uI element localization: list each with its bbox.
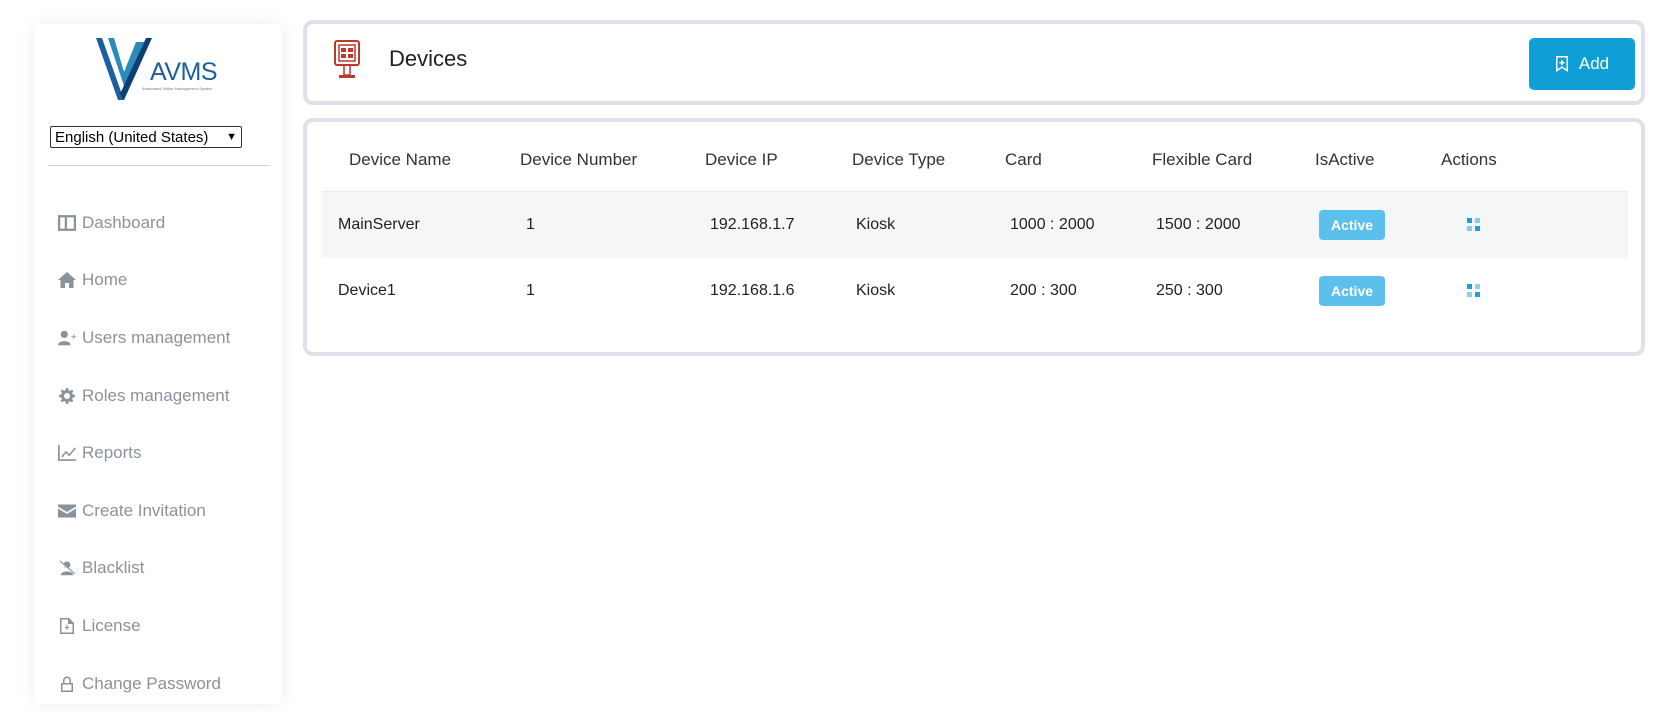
logo-subtitle: Automated Visitor Management System (142, 86, 213, 91)
app-logo[interactable]: AVMS Automated Visitor Management System (94, 34, 224, 104)
gear-icon (58, 387, 78, 405)
device-ip-cell: 192.168.1.6 (710, 282, 795, 299)
column-header-actions: Actions (1441, 149, 1497, 169)
column-header-device-ip[interactable]: Device IP (705, 150, 778, 170)
chevron-down-icon: ▼ (226, 131, 237, 143)
sidebar-item-label: Create Invitation (82, 500, 206, 520)
column-header-flexible-card[interactable]: Flexible Card (1152, 150, 1252, 170)
sidebar-item-label: Reports (82, 443, 142, 463)
actions-menu-icon[interactable] (1467, 284, 1481, 298)
devices-table: Device Name Device Number Device IP Devi… (322, 128, 1628, 324)
sidebar-divider (48, 165, 270, 166)
user-slash-icon (58, 559, 78, 577)
flexible-card-cell: 1500 : 2000 (1156, 216, 1241, 233)
chart-icon (58, 444, 78, 462)
language-select-value: English (United States) (55, 128, 209, 146)
sidebar-item-label: Users management (82, 327, 231, 347)
device-name-cell: Device1 (338, 282, 396, 299)
column-header-device-name[interactable]: Device Name (349, 150, 451, 170)
sidebar-item-license[interactable]: License (58, 597, 230, 655)
status-badge: Active (1319, 276, 1386, 306)
file-icon (58, 617, 78, 635)
device-number-cell: 1 (526, 282, 535, 299)
bookmark-plus-icon (1555, 56, 1568, 72)
home-icon (58, 271, 78, 289)
column-header-device-type[interactable]: Device Type (852, 150, 945, 170)
sidebar-nav: Dashboard Home Users management Roles ma… (58, 194, 230, 712)
sidebar-item-reports[interactable]: Reports (58, 424, 230, 482)
sidebar-item-label: Blacklist (82, 558, 145, 578)
page-title: Devices (389, 46, 468, 71)
card-cell: 1000 : 2000 (1010, 216, 1095, 233)
status-badge: Active (1319, 210, 1386, 240)
device-name-cell: MainServer (338, 216, 420, 233)
language-select[interactable]: English (United States) ▼ (50, 126, 242, 148)
sidebar: AVMS Automated Visitor Management System… (34, 24, 282, 704)
sidebar-item-label: License (82, 615, 141, 635)
sidebar-item-dashboard[interactable]: Dashboard (58, 194, 230, 252)
table-row[interactable]: Device1 1 192.168.1.6 Kiosk 200 : 300 25… (322, 258, 1628, 324)
column-header-device-number[interactable]: Device Number (520, 150, 637, 170)
sidebar-item-roles-management[interactable]: Roles management (58, 367, 230, 425)
column-header-card[interactable]: Card (1005, 150, 1042, 170)
add-button-label: Add (1578, 54, 1610, 73)
devices-table-card: Device Name Device Number Device IP Devi… (303, 118, 1645, 356)
envelope-icon (58, 502, 78, 520)
actions-menu-icon[interactable] (1467, 218, 1481, 232)
sidebar-item-home[interactable]: Home (58, 252, 230, 310)
user-plus-icon (58, 329, 78, 347)
column-header-isactive[interactable]: IsActive (1315, 150, 1375, 170)
sidebar-item-users-management[interactable]: Users management (58, 309, 230, 367)
sidebar-item-change-password[interactable]: Change Password (58, 655, 230, 712)
logo-text: AVMS (150, 58, 218, 86)
lock-icon (58, 675, 78, 693)
sidebar-item-label: Home (82, 270, 128, 290)
logo-v-mark (96, 38, 152, 100)
sidebar-item-create-invitation[interactable]: Create Invitation (58, 482, 230, 540)
table-row[interactable]: MainServer 1 192.168.1.7 Kiosk 1000 : 20… (322, 192, 1628, 258)
device-type-cell: Kiosk (856, 216, 896, 233)
sidebar-item-label: Roles management (82, 385, 230, 405)
device-type-cell: Kiosk (856, 282, 896, 299)
sidebar-item-blacklist[interactable]: Blacklist (58, 540, 230, 598)
dashboard-icon (58, 214, 78, 232)
card-cell: 200 : 300 (1010, 282, 1077, 299)
device-ip-cell: 192.168.1.7 (710, 216, 795, 233)
flexible-card-cell: 250 : 300 (1156, 282, 1223, 299)
table-header: Device Name Device Number Device IP Devi… (322, 128, 1628, 192)
page-header-card: Devices Add (303, 20, 1645, 105)
kiosk-device-icon (333, 40, 361, 80)
device-number-cell: 1 (526, 216, 535, 233)
add-device-button[interactable]: Add (1529, 38, 1635, 90)
sidebar-item-label: Dashboard (82, 212, 166, 232)
